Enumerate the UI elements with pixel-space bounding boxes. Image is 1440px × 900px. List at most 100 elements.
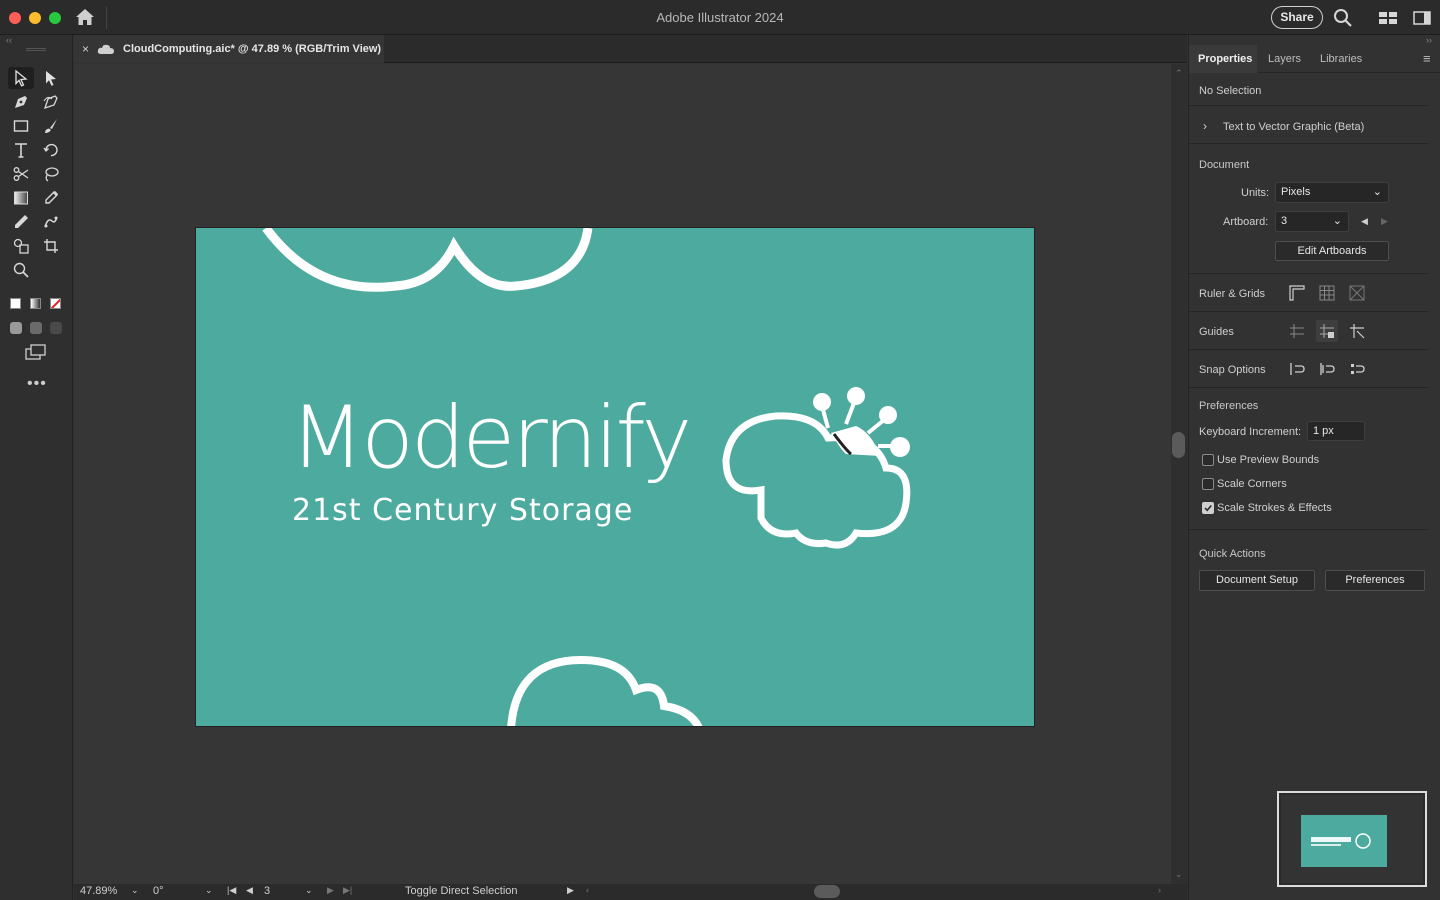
rectangle-tool[interactable] bbox=[8, 115, 34, 137]
snap-to-glyph-icon[interactable] bbox=[1346, 358, 1368, 380]
zoom-window-button[interactable] bbox=[49, 12, 61, 24]
eyedropper-tool[interactable] bbox=[38, 187, 64, 209]
scissors-tool[interactable] bbox=[8, 163, 34, 185]
keyboard-increment-input[interactable]: 1 px bbox=[1307, 421, 1365, 441]
grid-icon[interactable] bbox=[1316, 282, 1338, 304]
panel-toggle-icon[interactable] bbox=[1412, 8, 1432, 28]
show-guides-icon[interactable] bbox=[1286, 320, 1308, 342]
toolbar-grip[interactable] bbox=[26, 48, 46, 51]
fill-color-swatch[interactable] bbox=[10, 298, 21, 309]
zoom-level-field[interactable]: 47.89% bbox=[80, 885, 117, 897]
chevron-down-icon: ⌄ bbox=[1372, 186, 1382, 198]
preferences-heading: Preferences bbox=[1199, 400, 1259, 412]
scale-strokes-effects-label[interactable]: Scale Strokes & Effects bbox=[1217, 502, 1332, 514]
zoom-tool[interactable] bbox=[8, 259, 34, 281]
rotation-dropdown-icon[interactable]: ⌄ bbox=[205, 885, 213, 896]
none-swatch[interactable] bbox=[50, 298, 61, 309]
type-tool[interactable] bbox=[8, 139, 34, 161]
snap-to-point-icon[interactable] bbox=[1286, 358, 1308, 380]
status-bar: 47.89% ⌄ 0° ⌄ |◀ ◀ 3 ⌄ ▶ ▶| Toggle Direc… bbox=[74, 884, 1187, 900]
ruler-icon[interactable] bbox=[1286, 282, 1308, 304]
snap-to-pixel-icon[interactable] bbox=[1316, 358, 1338, 380]
first-artboard-icon[interactable]: |◀ bbox=[227, 885, 236, 896]
perspective-grid-icon[interactable] bbox=[1346, 282, 1368, 304]
edit-toolbar-icon[interactable]: ••• bbox=[27, 375, 47, 393]
use-preview-bounds-checkbox[interactable] bbox=[1202, 454, 1214, 466]
smart-guides-icon[interactable] bbox=[1346, 320, 1368, 342]
chevron-right-icon[interactable]: › bbox=[1203, 119, 1207, 133]
divider bbox=[1189, 311, 1429, 312]
rotation-field[interactable]: 0° bbox=[153, 885, 164, 897]
collapse-toolbar-icon[interactable]: ‹‹ bbox=[6, 35, 12, 45]
preferences-button[interactable]: Preferences bbox=[1325, 570, 1425, 591]
keyboard-increment-label: Keyboard Increment: bbox=[1199, 426, 1302, 438]
previous-artboard-icon[interactable]: ◀ bbox=[246, 885, 253, 896]
artboard[interactable]: Modernify 21st Century Storage bbox=[195, 227, 1035, 727]
next-artboard-icon[interactable]: ▶ bbox=[327, 885, 334, 896]
artboard-dropdown[interactable]: 3 ⌄ bbox=[1275, 211, 1349, 232]
eyedropper-tool-2[interactable] bbox=[8, 211, 34, 233]
status-menu-icon[interactable]: ▶ bbox=[567, 885, 574, 896]
direct-selection-tool[interactable] bbox=[38, 67, 64, 89]
scroll-left-icon[interactable]: ‹ bbox=[586, 885, 589, 895]
gradient-tool-icon bbox=[14, 191, 28, 205]
navigator-logo-preview bbox=[1311, 833, 1371, 849]
scale-corners-checkbox[interactable] bbox=[1202, 478, 1214, 490]
vertical-scrollbar[interactable]: ⌃ ⌄ bbox=[1171, 64, 1187, 884]
draw-behind-icon[interactable] bbox=[30, 322, 42, 334]
logo-subtitle: 21st Century Storage bbox=[292, 493, 634, 528]
navigator-thumbnail[interactable] bbox=[1277, 791, 1427, 887]
scale-corners-label[interactable]: Scale Corners bbox=[1217, 478, 1287, 490]
tab-properties[interactable]: Properties bbox=[1198, 53, 1252, 65]
lasso-tool[interactable] bbox=[38, 163, 64, 185]
rotate-tool[interactable] bbox=[38, 139, 64, 161]
shape-builder-tool[interactable] bbox=[8, 235, 34, 257]
close-window-button[interactable] bbox=[9, 12, 21, 24]
use-preview-bounds-label[interactable]: Use Preview Bounds bbox=[1217, 454, 1319, 466]
previous-artboard-icon[interactable]: ◀ bbox=[1361, 216, 1368, 227]
share-button[interactable]: Share bbox=[1271, 6, 1323, 29]
next-artboard-icon[interactable]: ▶ bbox=[1381, 216, 1388, 227]
puppet-warp-tool[interactable] bbox=[38, 211, 64, 233]
home-icon[interactable] bbox=[75, 8, 95, 26]
scale-strokes-effects-checkbox[interactable] bbox=[1202, 502, 1214, 514]
edit-artboards-button[interactable]: Edit Artboards bbox=[1275, 241, 1389, 261]
vertical-scroll-thumb[interactable] bbox=[1172, 432, 1185, 458]
artboard-dropdown-icon[interactable]: ⌄ bbox=[305, 885, 313, 896]
search-icon[interactable] bbox=[1333, 8, 1353, 28]
divider bbox=[1189, 105, 1429, 106]
tab-libraries[interactable]: Libraries bbox=[1320, 53, 1362, 65]
paintbrush-tool[interactable] bbox=[38, 115, 64, 137]
close-document-icon[interactable]: × bbox=[82, 42, 89, 56]
collapse-panel-icon[interactable]: ›› bbox=[1426, 35, 1432, 45]
workspace-switcher-icon[interactable] bbox=[1378, 8, 1398, 28]
horizontal-scroll-thumb[interactable] bbox=[814, 885, 840, 898]
pen-tool[interactable] bbox=[8, 91, 34, 113]
last-artboard-icon[interactable]: ▶| bbox=[343, 885, 352, 896]
zoom-dropdown-icon[interactable]: ⌄ bbox=[131, 885, 139, 896]
gradient-swatch[interactable] bbox=[30, 298, 41, 309]
tab-layers[interactable]: Layers bbox=[1268, 53, 1301, 65]
scroll-up-icon[interactable]: ⌃ bbox=[1175, 68, 1183, 79]
document-tab-bar: × CloudComputing.aic* @ 47.89 % (RGB/Tri… bbox=[74, 35, 1187, 63]
units-dropdown[interactable]: Pixels ⌄ bbox=[1275, 182, 1389, 203]
artboard-tool-icon bbox=[44, 239, 58, 253]
scroll-right-icon[interactable]: › bbox=[1158, 885, 1161, 895]
curvature-tool[interactable] bbox=[38, 91, 64, 113]
minimize-window-button[interactable] bbox=[29, 12, 41, 24]
selection-tool[interactable] bbox=[8, 67, 34, 89]
panel-menu-icon[interactable]: ≡ bbox=[1423, 51, 1431, 66]
gradient-tool[interactable] bbox=[8, 187, 34, 209]
document-tab[interactable]: × CloudComputing.aic* @ 47.89 % (RGB/Tri… bbox=[74, 35, 384, 63]
document-setup-button[interactable]: Document Setup bbox=[1199, 570, 1315, 591]
text-to-vector-label[interactable]: Text to Vector Graphic (Beta) bbox=[1223, 121, 1364, 133]
draw-inside-icon[interactable] bbox=[50, 322, 62, 334]
divider bbox=[1189, 143, 1429, 144]
checkmark-icon bbox=[1204, 504, 1212, 512]
lock-guides-icon[interactable] bbox=[1316, 320, 1338, 342]
artboard-number-field[interactable]: 3 bbox=[264, 885, 270, 897]
artboard-tool[interactable] bbox=[38, 235, 64, 257]
change-screen-mode-icon[interactable] bbox=[25, 344, 47, 362]
draw-normal-icon[interactable] bbox=[10, 322, 22, 334]
scroll-down-icon[interactable]: ⌄ bbox=[1175, 869, 1183, 880]
